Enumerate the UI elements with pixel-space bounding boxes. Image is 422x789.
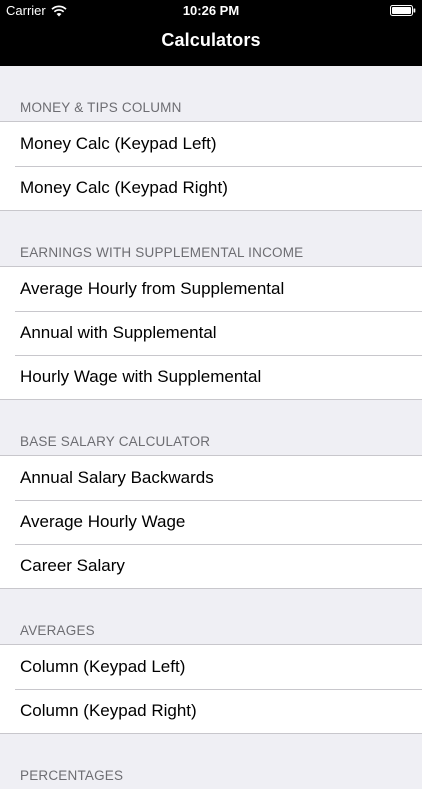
list-item-column-keypad-right[interactable]: Column (Keypad Right) (0, 689, 422, 733)
section-averages: Column (Keypad Left) Column (Keypad Righ… (0, 644, 422, 734)
section-header-money-tips: MONEY & TIPS COLUMN (20, 100, 182, 115)
list-item-money-calc-keypad-left[interactable]: Money Calc (Keypad Left) (0, 122, 422, 166)
list-item-annual-with-supplemental[interactable]: Annual with Supplemental (0, 311, 422, 355)
page-title: Calculators (161, 30, 261, 50)
section-header-percentages: PERCENTAGES (20, 768, 124, 783)
section-money-tips: Money Calc (Keypad Left) Money Calc (Key… (0, 121, 422, 211)
section-earnings-supplemental: Average Hourly from Supplemental Annual … (0, 266, 422, 400)
section-header-earnings-supplemental: EARNINGS WITH SUPPLEMENTAL INCOME (20, 245, 304, 260)
calculator-list: MONEY & TIPS COLUMN Money Calc (Keypad L… (0, 66, 422, 789)
list-item-money-calc-keypad-right[interactable]: Money Calc (Keypad Right) (0, 166, 422, 210)
section-header-averages: AVERAGES (20, 623, 95, 638)
navigation-bar: Carrier 10:26 PM Calculators (0, 0, 422, 66)
list-item-average-hourly-from-supplemental[interactable]: Average Hourly from Supplemental (0, 267, 422, 311)
status-bar: Carrier 10:26 PM (0, 0, 422, 22)
list-item-hourly-wage-with-supplemental[interactable]: Hourly Wage with Supplemental (0, 355, 422, 399)
list-item-average-hourly-wage[interactable]: Average Hourly Wage (0, 500, 422, 544)
list-item-annual-salary-backwards[interactable]: Annual Salary Backwards (0, 456, 422, 500)
list-item-column-keypad-left[interactable]: Column (Keypad Left) (0, 645, 422, 689)
battery-icon (390, 5, 416, 16)
section-header-base-salary: BASE SALARY CALCULATOR (20, 434, 211, 449)
status-time: 10:26 PM (182, 3, 240, 18)
list-item-career-salary[interactable]: Career Salary (0, 544, 422, 588)
section-base-salary: Annual Salary Backwards Average Hourly W… (0, 455, 422, 589)
